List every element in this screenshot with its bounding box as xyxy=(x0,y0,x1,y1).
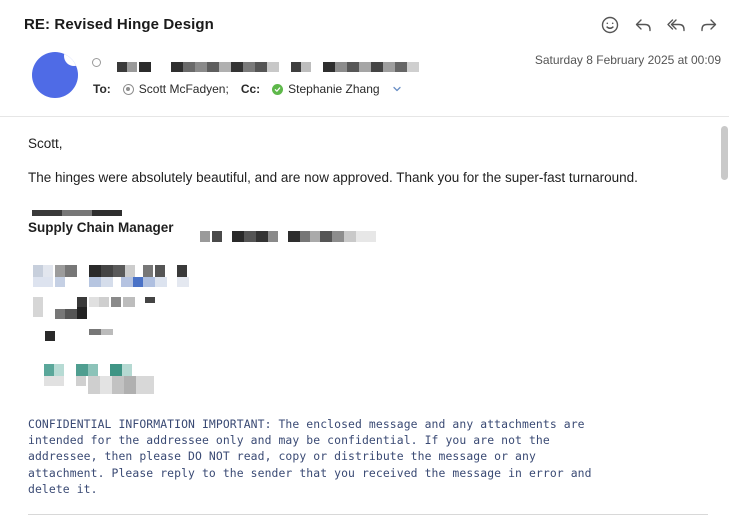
scrollbar-thumb[interactable] xyxy=(721,126,728,180)
redacted-sender-name[interactable] xyxy=(109,62,429,72)
signature-title: Supply Chain Manager xyxy=(28,220,174,235)
sender-avatar[interactable] xyxy=(32,52,78,98)
quoted-message-divider xyxy=(28,514,708,515)
redacted-phone-details xyxy=(33,297,163,343)
reply-all-icon xyxy=(667,19,685,32)
reply-button[interactable] xyxy=(633,14,653,36)
sender-row xyxy=(92,57,429,77)
to-recipient[interactable]: Scott McFadyen; xyxy=(139,82,229,96)
redacted-signature-company xyxy=(200,231,380,242)
online-status-icon xyxy=(272,83,284,95)
confidential-line: CONFIDENTIAL INFORMATION IMPORTANT: The … xyxy=(28,417,585,431)
greeting-text: Scott, xyxy=(28,136,63,151)
cc-recipient[interactable]: Stephanie Zhang xyxy=(288,82,379,96)
to-label: To: xyxy=(93,82,111,96)
offline-status-icon xyxy=(122,83,134,95)
header-divider xyxy=(0,116,729,117)
redacted-contact-details xyxy=(33,265,193,289)
avatar-notch xyxy=(64,52,78,66)
confidentiality-notice: CONFIDENTIAL INFORMATION IMPORTANT: The … xyxy=(28,416,698,497)
confidential-line: intended for the addressee only and may … xyxy=(28,433,550,448)
forward-button[interactable] xyxy=(699,14,719,36)
reply-all-button[interactable] xyxy=(666,14,686,36)
confidential-line: delete it. xyxy=(28,481,98,496)
sender-status-icon xyxy=(92,57,101,67)
emoji-reaction-icon xyxy=(601,16,619,34)
emoji-reaction-button[interactable] xyxy=(600,14,620,36)
chevron-down-icon[interactable] xyxy=(392,84,402,94)
message-actions xyxy=(600,14,719,36)
reply-icon xyxy=(635,19,651,32)
email-date: Saturday 8 February 2025 at 00:09 xyxy=(534,53,721,67)
cc-label: Cc: xyxy=(240,82,261,96)
redacted-signature-name xyxy=(32,210,122,216)
email-window: RE: Revised Hinge Design Saturday 8 Febr… xyxy=(0,0,729,522)
scrollbar-track[interactable] xyxy=(719,125,727,520)
confidential-line: attachment. Please reply to the sender t… xyxy=(28,465,592,480)
forward-icon xyxy=(701,19,717,32)
email-subject: RE: Revised Hinge Design xyxy=(24,16,214,33)
confidential-line: addressee, then please DO NOT read, copy… xyxy=(28,449,536,464)
redacted-company-logo xyxy=(44,364,154,394)
recipients-row: To: Scott McFadyen; Cc: Stephanie Zhang xyxy=(93,82,402,96)
message-text: The hinges were absolutely beautiful, an… xyxy=(28,170,638,185)
